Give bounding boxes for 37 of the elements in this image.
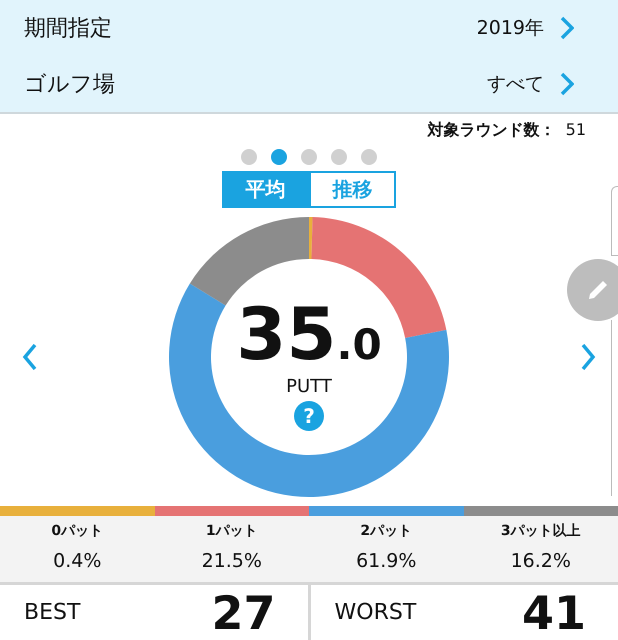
view-tab[interactable]: 平均 (222, 171, 309, 208)
legend-value: 61.9% (356, 550, 416, 572)
chevron-right-icon[interactable] (580, 343, 596, 371)
record-value: 41 (522, 586, 586, 640)
page-dot[interactable] (301, 149, 317, 165)
chevron-right-icon (560, 72, 574, 96)
chevron-left-icon[interactable] (22, 343, 38, 371)
unit-label: PUTT (286, 376, 332, 396)
filter-label: ゴルフ場 (24, 71, 116, 99)
legend-label: 3パット以上 (500, 522, 581, 540)
record-value: 27 (211, 586, 276, 640)
legend-value: 0.4% (53, 550, 102, 572)
round-count-label: 対象ラウンド数： (428, 120, 556, 141)
average-putts: 35.0 (236, 298, 382, 370)
legend-label: 2パット (360, 522, 412, 540)
filter-value: 2019年 (476, 16, 544, 41)
help-button[interactable]: ? (294, 400, 324, 430)
page-dot[interactable] (361, 149, 377, 165)
edit-button[interactable] (567, 259, 618, 321)
record-label: WORST (334, 600, 416, 625)
filter-row[interactable]: ゴルフ場 すべて (0, 56, 618, 114)
page-dot[interactable] (331, 149, 347, 165)
view-tab[interactable]: 推移 (309, 171, 396, 208)
legend-value: 21.5% (202, 550, 262, 572)
chevron-right-icon (560, 16, 574, 40)
page-dot[interactable] (271, 149, 287, 165)
round-count-value: 51 (566, 120, 586, 141)
filter-value: すべて (487, 72, 544, 97)
legend-value: 16.2% (510, 550, 571, 572)
side-panel-edge (611, 186, 618, 256)
page-dot[interactable] (241, 149, 257, 165)
legend-label: 0パット (51, 522, 104, 540)
record-label: BEST (24, 600, 80, 625)
pencil-icon (587, 279, 609, 301)
filter-label: 期間指定 (24, 15, 113, 43)
filter-row[interactable]: 期間指定 2019年 (0, 0, 618, 56)
legend-label: 1パット (206, 522, 258, 540)
